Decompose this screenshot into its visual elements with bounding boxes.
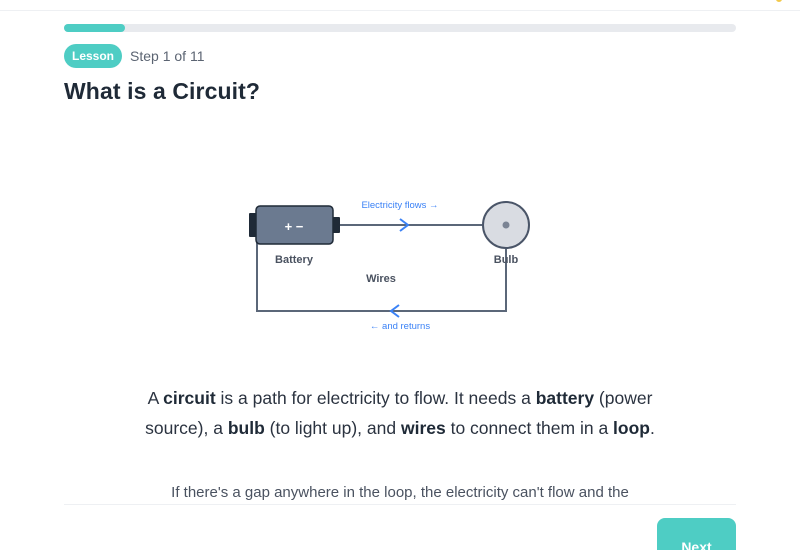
step-counter: Step 1 of 11 — [130, 48, 205, 64]
paragraph-text: A — [147, 388, 164, 408]
term-bulb: bulb — [227, 417, 265, 438]
lesson-paragraph: A circuit is a path for electricity to f… — [140, 384, 660, 443]
term-wires: wires — [400, 417, 446, 438]
bulb-label: Bulb — [494, 254, 519, 266]
footer-divider — [64, 504, 736, 505]
term-loop: loop — [613, 417, 650, 438]
wires-label: Wires — [366, 273, 396, 285]
lesson-progress-fill — [64, 24, 125, 32]
battery-symbol: + − — [285, 219, 304, 234]
lesson-progress-bar — [64, 24, 736, 32]
lesson-meta: Lesson Step 1 of 11 — [64, 44, 204, 68]
next-button[interactable]: Next — [657, 518, 736, 550]
page-title: What is a Circuit? — [64, 78, 261, 104]
paragraph-text: . — [649, 417, 655, 438]
lesson-paragraph-continued: If there's a gap anywhere in the loop, t… — [171, 484, 629, 501]
flow-label: Electricity flows → — [361, 200, 438, 211]
term-battery: battery — [535, 388, 595, 408]
paragraph-text: is a path for electricity to flow. It ne… — [215, 388, 536, 408]
battery-label: Battery — [275, 254, 314, 266]
bulb-filament-icon — [502, 221, 510, 229]
return-label: ← and returns — [370, 321, 430, 332]
term-circuit: circuit — [163, 388, 216, 408]
top-divider — [0, 10, 800, 11]
lesson-badge: Lesson — [64, 44, 123, 68]
corner-indicator — [776, 0, 782, 2]
paragraph-text: to connect them in a — [445, 417, 614, 438]
paragraph-text: (to light up), and — [264, 417, 401, 438]
